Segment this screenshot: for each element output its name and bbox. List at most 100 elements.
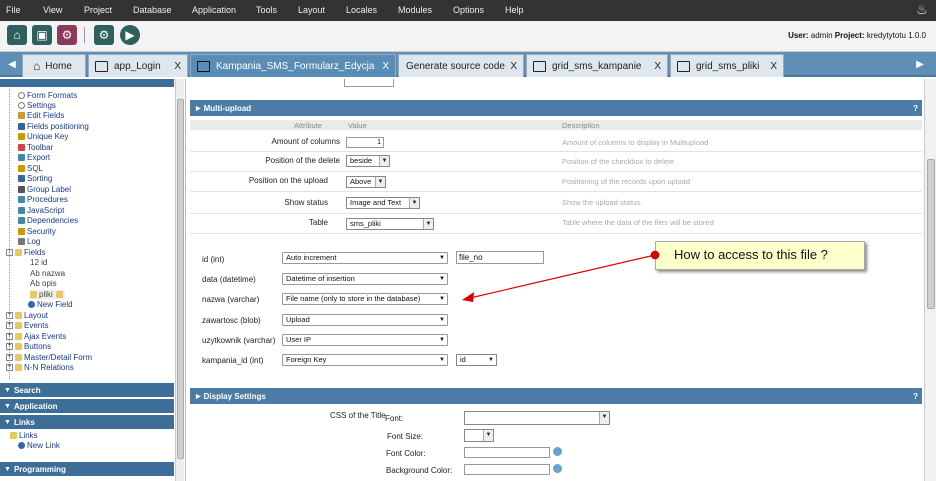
attachment-icon: [55, 291, 63, 298]
sidebar-scroll-thumb[interactable]: [177, 99, 184, 459]
sidebar-scrollbar[interactable]: [175, 79, 184, 481]
position-delete-select[interactable]: beside ▼: [346, 155, 390, 167]
tree-item-form-formats[interactable]: Form Formats: [18, 91, 77, 100]
menu-options[interactable]: Options: [453, 5, 484, 15]
menu-view[interactable]: View: [43, 5, 62, 15]
expand-icon[interactable]: +: [6, 343, 13, 350]
show-status-select[interactable]: Image and Text ▼: [346, 197, 420, 209]
menu-file[interactable]: File: [6, 5, 21, 15]
menu-project[interactable]: Project: [84, 5, 112, 15]
display-settings-header[interactable]: ▶ Display Settings ?: [190, 388, 922, 404]
section-programming[interactable]: ▼ Programming: [0, 462, 174, 476]
tab-scroll-right-icon[interactable]: ▶: [914, 56, 926, 74]
main-scroll-thumb[interactable]: [927, 159, 935, 309]
tree-item-settings[interactable]: Settings: [18, 101, 56, 110]
close-icon[interactable]: X: [770, 61, 777, 72]
field-id-select[interactable]: Auto increment ▼: [282, 252, 448, 264]
menu-layout[interactable]: Layout: [298, 5, 325, 15]
close-icon[interactable]: X: [510, 61, 517, 72]
main-scrollbar[interactable]: [924, 79, 936, 481]
section-application[interactable]: ▼ Application: [0, 399, 174, 413]
tree-item-field-id[interactable]: 12 id: [30, 258, 47, 267]
menu-locales[interactable]: Locales: [346, 5, 377, 15]
font-size-select[interactable]: ▼: [464, 429, 494, 442]
font-select[interactable]: ▼: [464, 411, 610, 425]
tree-item-events[interactable]: + Events: [6, 321, 48, 330]
help-icon[interactable]: ?: [913, 392, 918, 401]
section-links[interactable]: ▼ Links: [0, 415, 174, 429]
tab-grid-sms-kampanie[interactable]: grid_sms_kampanie X: [526, 54, 668, 77]
close-icon[interactable]: X: [174, 61, 181, 72]
help-icon[interactable]: ?: [913, 104, 918, 113]
run-icon[interactable]: ▶: [120, 25, 140, 45]
multi-upload-header[interactable]: ▶ Multi-upload ?: [190, 100, 922, 116]
row-description: Amount of columns to display in Multiupl…: [562, 138, 709, 147]
expand-icon[interactable]: +: [6, 364, 13, 371]
tree-item-new-link[interactable]: New Link: [18, 441, 60, 450]
tab-kampania-sms-formularz-edycja[interactable]: Kampania_SMS_Formularz_Edycja X: [190, 54, 396, 77]
tree-item-log[interactable]: Log: [18, 237, 40, 246]
tree-item-master-detail-form[interactable]: + Master/Detail Form: [6, 353, 92, 362]
tab-scroll-left-icon[interactable]: ◀: [6, 56, 18, 74]
close-icon[interactable]: X: [654, 61, 661, 72]
close-icon[interactable]: X: [382, 61, 389, 72]
gears-icon[interactable]: ⚙: [57, 25, 77, 45]
tree-item-new-field[interactable]: New Field: [28, 300, 73, 309]
gear-icon[interactable]: ⚙: [94, 25, 114, 45]
tree-item-dependencies[interactable]: Dependencies: [18, 216, 78, 225]
save-icon[interactable]: ▣: [32, 25, 52, 45]
tab-app-login[interactable]: app_Login X: [88, 54, 188, 77]
tab-grid-sms-pliki[interactable]: grid_sms_pliki X: [670, 54, 784, 77]
expand-icon[interactable]: +: [6, 322, 13, 329]
tree-item-procedures[interactable]: Procedures: [18, 195, 68, 204]
tree-item-sorting[interactable]: Sorting: [18, 174, 52, 183]
expand-icon[interactable]: +: [6, 354, 13, 361]
menu-database[interactable]: Database: [133, 5, 172, 15]
section-search[interactable]: ▼ Search: [0, 383, 174, 397]
menu-application[interactable]: Application: [192, 5, 236, 15]
field-uzytkownik-select[interactable]: User IP ▼: [282, 334, 448, 346]
tree-item-toolbar[interactable]: Toolbar: [18, 143, 53, 152]
color-picker-icon[interactable]: [553, 447, 562, 456]
tree-item-group-label[interactable]: Group Label: [18, 185, 71, 194]
tree-item-field-pliki[interactable]: pliki: [30, 290, 65, 299]
tree-item-ajax-events[interactable]: + Ajax Events: [6, 332, 66, 341]
tree-item-unique-key[interactable]: Unique Key: [18, 132, 68, 141]
field-data-select[interactable]: Datetime of insertion ▼: [282, 273, 448, 285]
expand-icon[interactable]: +: [6, 333, 13, 340]
field-kampania-select[interactable]: Foreign Key ▼: [282, 354, 448, 366]
menu-help[interactable]: Help: [505, 5, 524, 15]
tree-item-nn-relations[interactable]: + N-N Relations: [6, 363, 74, 372]
table-select[interactable]: sms_pliki ▼: [346, 218, 434, 230]
tree-item-layout[interactable]: + Layout: [6, 311, 48, 320]
tree-item-javascript[interactable]: JavaScript: [18, 206, 64, 215]
expand-icon[interactable]: +: [6, 312, 13, 319]
tree-item-links[interactable]: Links: [10, 431, 38, 440]
file-no-input[interactable]: file_no: [456, 251, 544, 264]
amount-of-columns-input[interactable]: 1: [346, 137, 384, 148]
home-icon[interactable]: ⌂: [7, 25, 27, 45]
partial-input[interactable]: [344, 79, 394, 87]
tree-item-field-opis[interactable]: Ab opis: [30, 279, 57, 288]
tree-item-buttons[interactable]: + Buttons: [6, 342, 51, 351]
tree-item-fields-positioning[interactable]: Fields positioning: [18, 122, 89, 131]
tree-item-fields[interactable]: - Fields: [6, 248, 45, 257]
field-nazwa-select[interactable]: File name (only to store in the database…: [282, 293, 448, 305]
background-color-input[interactable]: [464, 464, 550, 475]
menu-tools[interactable]: Tools: [256, 5, 277, 15]
foreign-key-field-select[interactable]: id ▼: [456, 354, 497, 366]
tree-item-edit-fields[interactable]: Edit Fields: [18, 111, 64, 120]
position-upload-select[interactable]: Above ▼: [346, 176, 386, 188]
tree-item-sql[interactable]: SQL: [18, 164, 43, 173]
font-color-input[interactable]: [464, 447, 550, 458]
tree-item-security[interactable]: Security: [18, 227, 56, 236]
tree-item-export[interactable]: Export: [18, 153, 50, 162]
tree-item-field-nazwa[interactable]: Ab nazwa: [30, 269, 65, 278]
bell-icon[interactable]: ♨: [914, 2, 930, 18]
menu-modules[interactable]: Modules: [398, 5, 432, 15]
color-picker-icon[interactable]: [553, 464, 562, 473]
tab-home[interactable]: ⌂ Home: [22, 54, 86, 77]
collapse-icon[interactable]: -: [6, 249, 13, 256]
tab-generate-source-code[interactable]: Generate source code X: [398, 54, 524, 77]
field-zawartosc-select[interactable]: Upload ▼: [282, 314, 448, 326]
